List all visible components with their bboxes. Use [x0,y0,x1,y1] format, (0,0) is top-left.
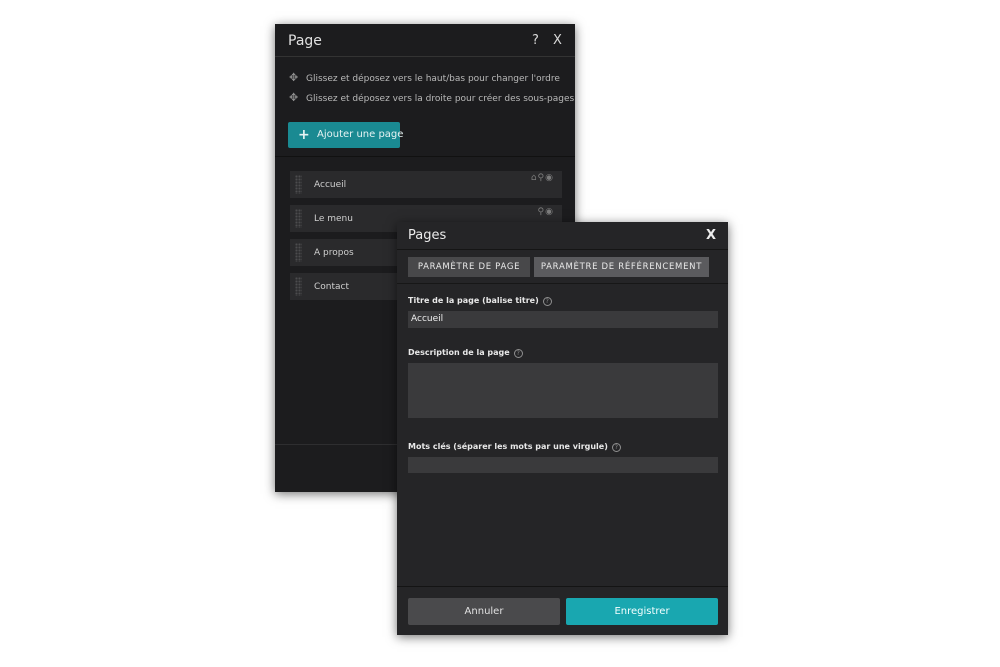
tab-divider [397,283,728,284]
page-title-input[interactable]: Accueil [408,311,718,328]
page-title-value: Accueil [411,314,444,324]
drag-handle-icon[interactable] [295,209,302,228]
hint-reorder-text: Glissez et déposez vers le haut/bas pour… [306,74,560,84]
help-icon[interactable]: ? [611,443,621,452]
help-button[interactable]: ? [532,33,539,48]
page-item-icons[interactable]: ⚲◉ [538,207,554,217]
hint-reorder: ✥ Glissez et déposez vers le haut/bas pou… [289,71,560,84]
drag-handle-icon[interactable] [295,277,302,296]
page-description-textarea[interactable] [408,363,718,418]
divider [275,156,575,157]
description-field-label: Description de la page? [408,348,523,358]
plus-icon: + [298,127,310,143]
close-button[interactable]: X [706,228,716,243]
move-horizontal-icon: ✥ [289,91,299,104]
description-field-label-text: Description de la page [408,348,510,357]
page-panel-header: Page ? X [275,24,575,57]
pages-dialog-header: Pages X [397,222,728,250]
page-item-label: A propos [314,248,354,258]
tab-seo-settings[interactable]: PARAMÈTRE DE RÉFÉRENCEMENT [534,257,709,277]
hint-subpages-text: Glissez et déposez vers la droite pour c… [306,94,575,104]
page-item-label: Le menu [314,214,353,224]
keywords-field-label-text: Mots clés (séparer les mots par une virg… [408,442,608,451]
close-button[interactable]: X [553,33,562,48]
hint-subpages: ✥ Glissez et déposez vers la droite pour … [289,91,574,104]
pages-dialog: Pages X PARAMÈTRE DE PAGE PARAMÈTRE DE R… [397,222,728,635]
drag-handle-icon[interactable] [295,243,302,262]
page-item-label: Contact [314,282,350,292]
page-item-icons[interactable]: ⌂⚲◉ [531,173,554,183]
drag-handle-icon[interactable] [295,175,302,194]
title-field-label-text: Titre de la page (balise titre) [408,296,539,305]
title-field-label: Titre de la page (balise titre)? [408,296,552,306]
pages-dialog-title: Pages [408,228,447,243]
page-item-label: Accueil [314,180,347,190]
tab-page-settings[interactable]: PARAMÈTRE DE PAGE [408,257,530,277]
save-button[interactable]: Enregistrer [566,598,718,625]
cancel-button[interactable]: Annuler [408,598,560,625]
footer-divider [397,586,728,587]
move-vertical-icon: ✥ [289,71,299,84]
help-icon[interactable]: ? [513,349,523,358]
keywords-field-label: Mots clés (séparer les mots par une virg… [408,442,621,452]
help-icon[interactable]: ? [542,297,552,306]
add-page-label: Ajouter une page [317,129,404,140]
page-item-accueil[interactable]: Accueil ⌂⚲◉ [290,171,562,198]
add-page-button[interactable]: + Ajouter une page [288,122,404,148]
keywords-input[interactable] [408,457,718,473]
page-panel-title: Page [288,33,322,49]
